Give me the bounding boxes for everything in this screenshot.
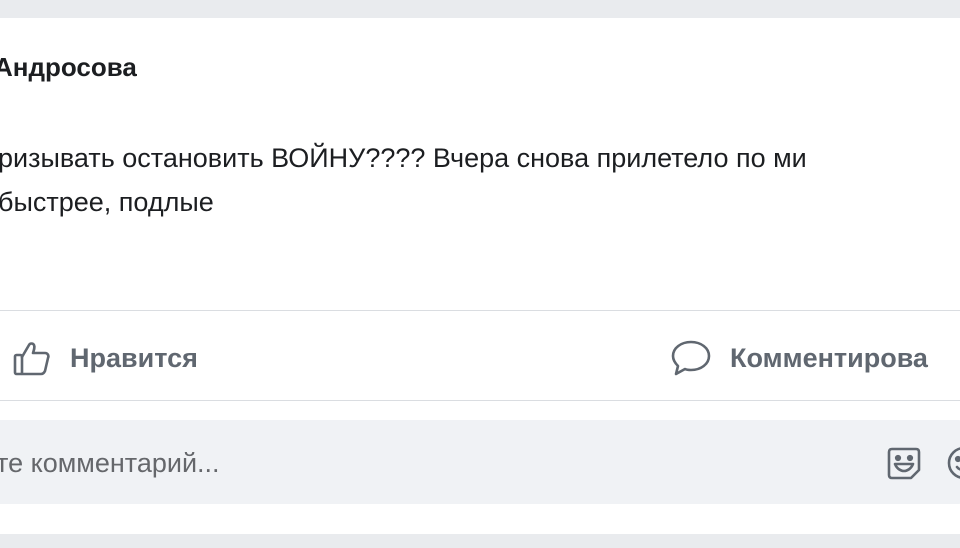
post-text-line-1: ризывать остановить ВОЙНУ???? Вчера снов… xyxy=(0,143,807,173)
post-author-name[interactable]: Андросова xyxy=(0,52,137,83)
thumbs-up-icon xyxy=(12,338,52,378)
sticker-icon[interactable] xyxy=(884,443,924,483)
post-body: ризывать остановить ВОЙНУ???? Вчера снов… xyxy=(0,136,960,224)
comment-button[interactable]: Комментирова xyxy=(670,336,928,380)
like-button[interactable]: Нравится xyxy=(12,336,198,380)
divider-top xyxy=(0,310,960,311)
feed-background xyxy=(0,534,960,548)
comment-input[interactable] xyxy=(0,441,856,485)
speech-bubble-icon xyxy=(670,338,712,378)
like-label: Нравится xyxy=(70,342,198,373)
divider-bottom xyxy=(0,400,960,401)
comment-label: Комментирова xyxy=(730,342,928,373)
post-text-line-2: быстрее, подлые xyxy=(0,187,214,217)
smiley-icon[interactable] xyxy=(944,443,960,483)
